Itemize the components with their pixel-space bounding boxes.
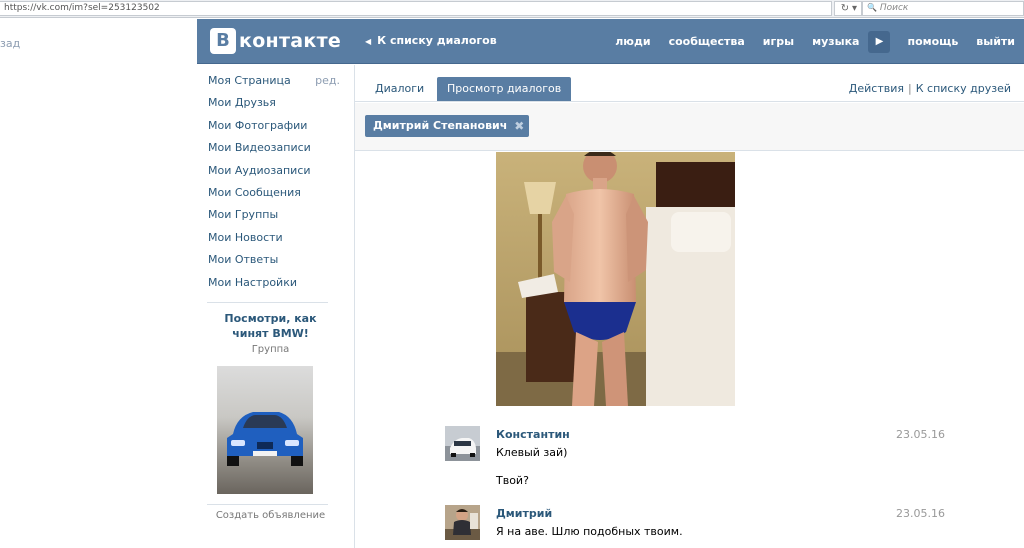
sidebar-item-answers[interactable]: Мои Ответы [197, 249, 354, 271]
tab-dialogs[interactable]: Диалоги [365, 77, 434, 101]
main-content: Диалоги Просмотр диалогов Действия | К спи… [354, 65, 1024, 548]
ad-divider [207, 503, 328, 505]
avatar[interactable] [445, 426, 480, 461]
message-author[interactable]: Дмитрий [496, 507, 552, 520]
nav-communities[interactable]: сообщества [660, 35, 754, 48]
sidebar-item-label: Моя Страница [208, 74, 291, 87]
logo-letter: В [210, 28, 236, 54]
edit-profile-link[interactable]: ред. [315, 70, 340, 92]
sidebar-item-friends[interactable]: Мои Друзья [197, 92, 354, 114]
avatar[interactable] [445, 505, 480, 540]
ad-subtitle: Группа [251, 343, 290, 355]
site-header: В контакте ◀ К списку диалогов люди сообщ… [197, 19, 1024, 64]
ad-title[interactable]: Посмотри, как чинят BMW! [197, 311, 354, 341]
sidebar-item-messages[interactable]: Мои Сообщения [197, 182, 354, 204]
sidebar-menu: Моя Страница ред. Мои Друзья Мои Фотогра… [197, 70, 354, 294]
vk-logo[interactable]: В контакте [210, 28, 341, 54]
nav-music[interactable]: музыка [803, 35, 868, 48]
dialog-filter-bar: Дмитрий Степанович ✖ [355, 103, 1024, 151]
avatar-image [445, 505, 480, 540]
tab-actions-area: Действия | К списку друзей [849, 82, 1011, 95]
nav-logout[interactable]: выйти [967, 35, 1024, 48]
ad-car-image[interactable] [217, 365, 313, 494]
ad-title-line-2: чинят BMW! [232, 326, 309, 340]
sidebar-item-photos[interactable]: Мои Фотографии [197, 115, 354, 137]
sidebar-item-my-page[interactable]: Моя Страница ред. [197, 70, 354, 92]
play-icon[interactable]: ▶ [868, 30, 891, 53]
actions-separator: | [908, 82, 912, 95]
back-arrow-icon: ◀ [365, 37, 372, 46]
sidebar-item-groups[interactable]: Мои Группы [197, 204, 354, 226]
friends-list-link[interactable]: К списку друзей [916, 82, 1011, 95]
photo-illustration [496, 152, 735, 406]
search-icon: 🔍 [867, 3, 877, 12]
ad-title-line-1: Посмотри, как [224, 311, 317, 325]
sidebar-item-audio[interactable]: Мои Аудиозаписи [197, 160, 354, 182]
sidebar-item-settings[interactable]: Мои Настройки [197, 272, 354, 294]
message-date[interactable]: 23.05.16 [896, 428, 945, 441]
search-placeholder: Поиск [879, 3, 909, 13]
message-item: Константин 23.05.16 Клевый зай) Твой? [445, 426, 945, 496]
browser-toolbar: https://vk.com/im?sel=253123502 ↻ ▾ 🔍 По… [0, 0, 1024, 18]
message-author[interactable]: Константин [496, 428, 570, 441]
nav-help[interactable]: помощь [898, 35, 967, 48]
back-to-dialogs-link[interactable]: ◀ К списку диалогов [365, 34, 497, 47]
car-illustration [227, 411, 303, 466]
tab-view-dialogs[interactable]: Просмотр диалогов [437, 77, 572, 101]
left-fragment-text[interactable]: зад [0, 37, 20, 50]
chevron-down-icon[interactable]: ▾ [848, 1, 862, 16]
message-text: Клевый зай) [496, 446, 568, 459]
participant-chip-label: Дмитрий Степанович [373, 119, 508, 132]
nav-people[interactable]: люди [606, 35, 659, 48]
sidebar-item-news[interactable]: Мои Новости [197, 227, 354, 249]
nav-games[interactable]: игры [754, 35, 803, 48]
left-page-fragment: зад [0, 19, 197, 548]
left-sidebar: Моя Страница ред. Мои Друзья Мои Фотогра… [197, 65, 354, 548]
message-item: Дмитрий 23.05.16 Я на аве. Шлю подобных … [445, 505, 945, 545]
create-ad-link[interactable]: Создать объявление [197, 510, 354, 521]
avatar-image [445, 426, 480, 461]
message-text: Твой? [496, 474, 529, 487]
close-icon[interactable]: ✖ [514, 115, 524, 137]
sidebar-item-videos[interactable]: Мои Видеозаписи [197, 137, 354, 159]
message-date[interactable]: 23.05.16 [896, 507, 945, 520]
browser-search-input[interactable]: 🔍 Поиск [862, 1, 1024, 16]
logo-text: контакте [239, 30, 342, 52]
back-to-dialogs-label: К списку диалогов [377, 34, 497, 47]
address-bar[interactable]: https://vk.com/im?sel=253123502 [0, 1, 832, 16]
participant-chip[interactable]: Дмитрий Степанович ✖ [365, 115, 530, 137]
actions-link[interactable]: Действия [849, 82, 904, 95]
sidebar-divider [207, 301, 328, 303]
message-text: Я на аве. Шлю подобных твоим. [496, 525, 683, 538]
tab-bar: Диалоги Просмотр диалогов Действия | К спи… [355, 65, 1024, 102]
attached-photo[interactable] [496, 152, 735, 406]
top-navigation: люди сообщества игры музыка ▶ помощь вый… [606, 19, 1024, 64]
